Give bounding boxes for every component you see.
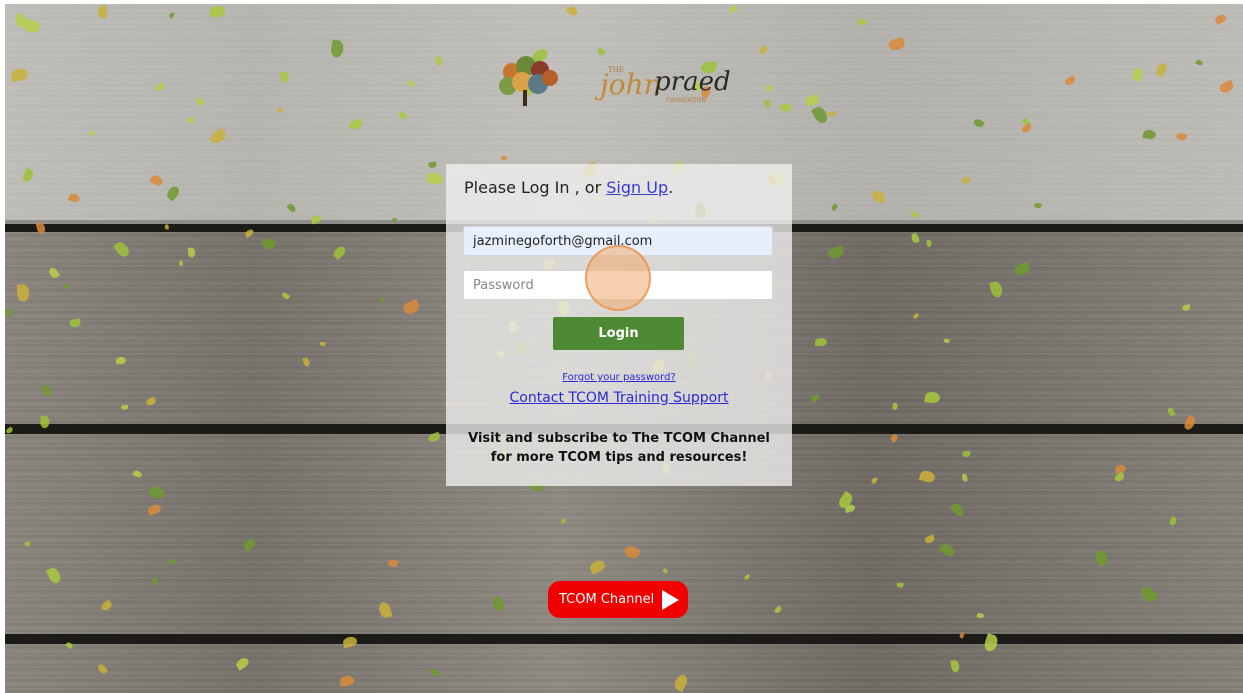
leaf-decoration (188, 247, 196, 258)
leaf-decoration (164, 224, 169, 230)
login-prompt: Please Log In , or Sign Up. (464, 178, 673, 197)
click-indicator (585, 245, 651, 311)
logo-sub-text: FOUNDATION (666, 97, 706, 104)
foundation-logo: THE john praed FOUNDATION (496, 52, 756, 122)
leaf-decoration (962, 451, 971, 457)
leaf-decoration (186, 117, 195, 123)
play-icon (662, 589, 680, 610)
leaf-decoration (115, 357, 126, 365)
leaf-decoration (387, 559, 398, 567)
tree-logo-icon: THE john praed FOUNDATION (499, 56, 731, 106)
leaf-decoration (16, 284, 29, 302)
login-prompt-suffix: . (668, 178, 674, 197)
leaf-decoration (120, 404, 129, 410)
login-button[interactable]: Login (553, 317, 684, 350)
svg-text:praed: praed (654, 67, 731, 97)
leaf-decoration (276, 107, 283, 113)
svg-text:john: john (594, 68, 662, 101)
leaf-decoration (168, 559, 176, 565)
contact-support-link[interactable]: Contact TCOM Training Support (446, 390, 792, 406)
tcom-channel-button[interactable]: TCOM Channel (548, 581, 688, 618)
leaf-decoration (88, 130, 96, 136)
login-panel: Please Log In , or Sign Up. Login Forgot… (446, 164, 792, 486)
leaf-decoration (926, 239, 932, 247)
signup-link[interactable]: Sign Up (606, 178, 668, 197)
channel-promo-text: Visit and subscribe to The TCOM Channel … (468, 431, 770, 465)
tcom-channel-label: TCOM Channel (559, 592, 655, 607)
leaf-decoration (427, 161, 437, 168)
forgot-password-link[interactable]: Forgot your password? (446, 372, 792, 383)
leaf-decoration (319, 341, 326, 347)
leaf-decoration (97, 5, 108, 19)
login-prompt-text: Please Log In , or (464, 178, 607, 197)
leaf-decoration (391, 217, 398, 222)
